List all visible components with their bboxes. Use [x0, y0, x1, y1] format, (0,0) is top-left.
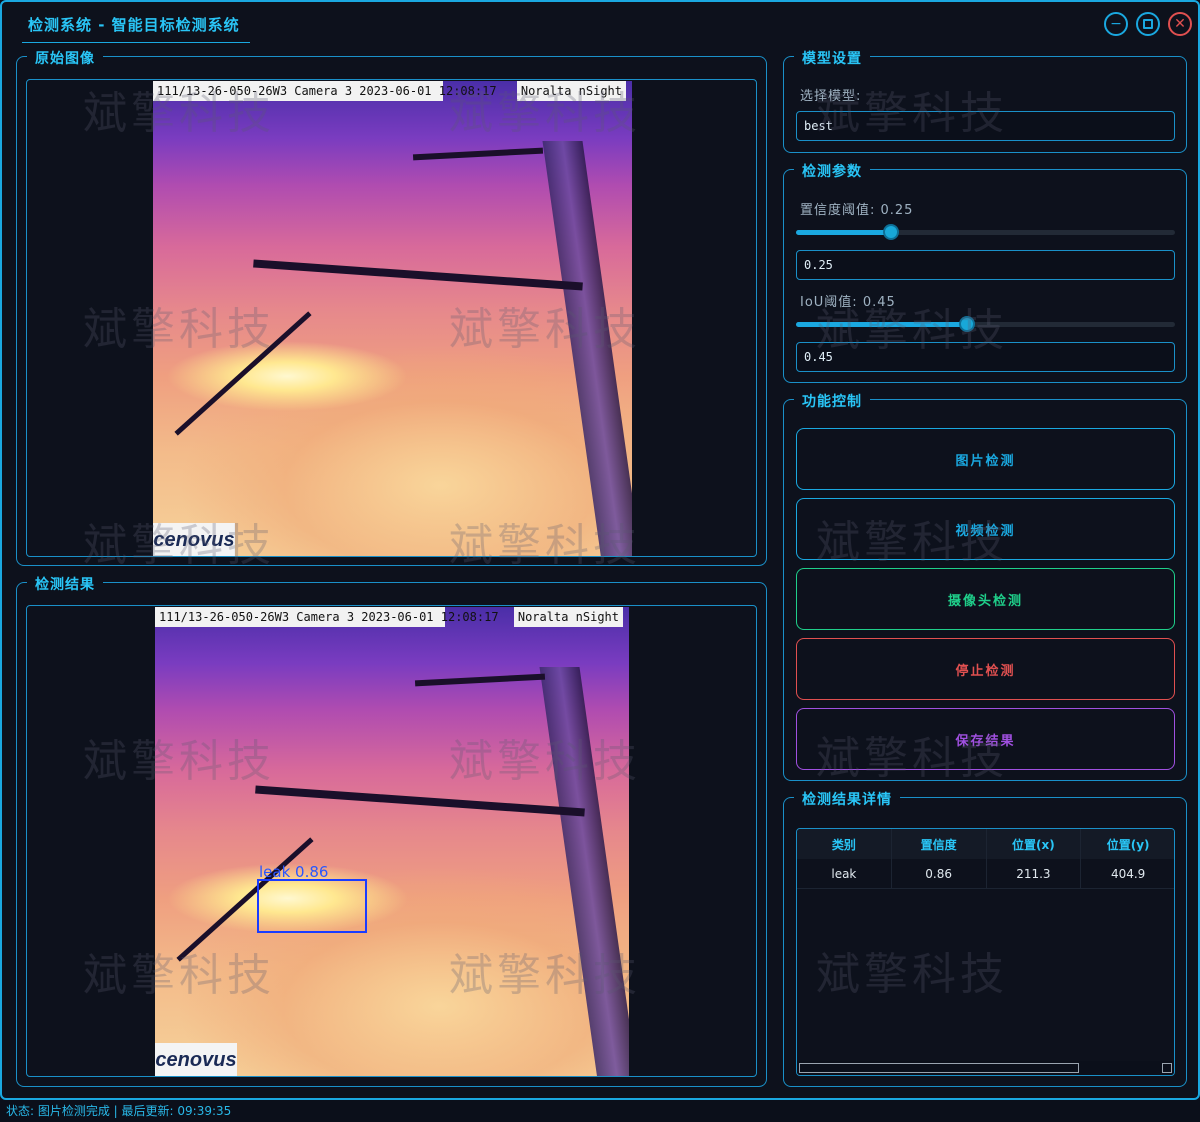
- title-underline: [22, 42, 250, 43]
- minimize-icon: −: [1110, 16, 1122, 32]
- camera-stamp: 111/13-26-050-26W3 Camera 3 2023-06-01 1…: [155, 607, 499, 627]
- image-pipe: [253, 259, 583, 291]
- cenovus-logo: cenovus: [153, 523, 235, 556]
- model-select-label: 选择模型:: [800, 89, 862, 104]
- app-window: 检测系统 - 智能目标检测系统 − ✕ 原始图像 111/13-26-050-2…: [0, 0, 1200, 1100]
- image-pipe: [412, 147, 544, 161]
- maximize-button[interactable]: [1136, 12, 1160, 36]
- table-cell: 211.3: [987, 859, 1082, 888]
- result-image-group: 检测结果 111/13-26-050-26W3 Camera 3 2023-06…: [16, 574, 767, 1087]
- table-header: 类别 置信度 位置(x) 位置(y): [797, 829, 1174, 859]
- result-image: 111/13-26-050-26W3 Camera 3 2023-06-01 1…: [155, 607, 629, 1076]
- results-detail-title: 检测结果详情: [794, 789, 900, 809]
- image-rail: [539, 667, 629, 1076]
- iou-slider-handle[interactable]: [959, 316, 975, 332]
- close-button[interactable]: ✕: [1168, 12, 1192, 36]
- camera-detect-button[interactable]: 摄像头检测: [796, 568, 1175, 630]
- close-icon: ✕: [1174, 16, 1186, 32]
- stop-detect-button[interactable]: 停止检测: [796, 638, 1175, 700]
- results-detail-group: 检测结果详情 类别 置信度 位置(x) 位置(y) leak 0.86 211.…: [783, 789, 1187, 1087]
- save-result-button[interactable]: 保存结果: [796, 708, 1175, 770]
- image-pipe: [414, 673, 546, 687]
- function-control-group: 功能控制 图片检测 视频检测 摄像头检测 停止检测 保存结果 斌擎科技 斌擎科技: [783, 391, 1187, 784]
- window-title: 检测系统 - 智能目标检测系统: [28, 16, 240, 34]
- iou-slider[interactable]: [796, 316, 1175, 332]
- image-pipe: [174, 311, 312, 436]
- table-cell: leak: [797, 859, 892, 888]
- image-pipe: [255, 785, 585, 817]
- status-bar: 状态: 图片检测完成 | 最后更新: 09:39:35: [0, 1101, 1200, 1122]
- results-table: 类别 置信度 位置(x) 位置(y) leak 0.86 211.3 404.9: [796, 828, 1175, 1076]
- iou-slider-fill: [796, 322, 967, 327]
- conf-threshold-label: 置信度阈值: 0.25: [800, 203, 914, 218]
- table-cell: 404.9: [1081, 859, 1174, 888]
- model-select[interactable]: best: [796, 111, 1175, 141]
- detect-params-title: 检测参数: [794, 161, 870, 181]
- result-image-title: 检测结果: [27, 574, 103, 594]
- detect-params-group: 检测参数 置信度阈值: 0.25 0.25 IoU阈值: 0.45 0.45 斌…: [783, 161, 1187, 383]
- detection-label: leak 0.86: [259, 863, 329, 881]
- column-header[interactable]: 位置(x): [987, 829, 1082, 859]
- conf-input[interactable]: 0.25: [796, 250, 1175, 280]
- original-image-group: 原始图像 111/13-26-050-26W3 Camera 3 2023-06…: [16, 48, 767, 571]
- table-cell: 0.86: [892, 859, 987, 888]
- model-settings-group: 模型设置 选择模型: best 斌擎科技: [783, 48, 1187, 153]
- image-detect-button[interactable]: 图片检测: [796, 428, 1175, 490]
- function-control-title: 功能控制: [794, 391, 870, 411]
- column-header[interactable]: 类别: [797, 829, 892, 859]
- detection-box: leak 0.86: [257, 863, 367, 933]
- horizontal-scrollbar[interactable]: [797, 1061, 1174, 1075]
- model-settings-title: 模型设置: [794, 48, 870, 68]
- brand-stamp: Noralta nSight: [513, 607, 623, 627]
- title-bar: 检测系统 - 智能目标检测系统 − ✕: [2, 2, 1198, 44]
- column-header[interactable]: 置信度: [892, 829, 987, 859]
- conf-slider-fill: [796, 230, 891, 235]
- scrollbar-corner: [1162, 1063, 1172, 1073]
- conf-slider[interactable]: [796, 224, 1175, 240]
- column-header[interactable]: 位置(y): [1081, 829, 1174, 859]
- table-row[interactable]: leak 0.86 211.3 404.9: [797, 859, 1174, 889]
- result-image-frame: 111/13-26-050-26W3 Camera 3 2023-06-01 1…: [26, 605, 757, 1077]
- original-image-frame: 111/13-26-050-26W3 Camera 3 2023-06-01 1…: [26, 79, 757, 557]
- conf-slider-handle[interactable]: [883, 224, 899, 240]
- minimize-button[interactable]: −: [1104, 12, 1128, 36]
- cenovus-logo: cenovus: [155, 1043, 237, 1076]
- video-detect-button[interactable]: 视频检测: [796, 498, 1175, 560]
- iou-threshold-label: IoU阈值: 0.45: [800, 295, 896, 310]
- camera-stamp: 111/13-26-050-26W3 Camera 3 2023-06-01 1…: [153, 81, 497, 101]
- brand-stamp: Noralta nSight: [516, 81, 626, 101]
- original-image-title: 原始图像: [27, 48, 103, 68]
- original-image: 111/13-26-050-26W3 Camera 3 2023-06-01 1…: [153, 81, 632, 556]
- maximize-icon: [1143, 19, 1153, 29]
- image-rail: [542, 141, 632, 556]
- scrollbar-thumb[interactable]: [799, 1063, 1079, 1073]
- iou-input[interactable]: 0.45: [796, 342, 1175, 372]
